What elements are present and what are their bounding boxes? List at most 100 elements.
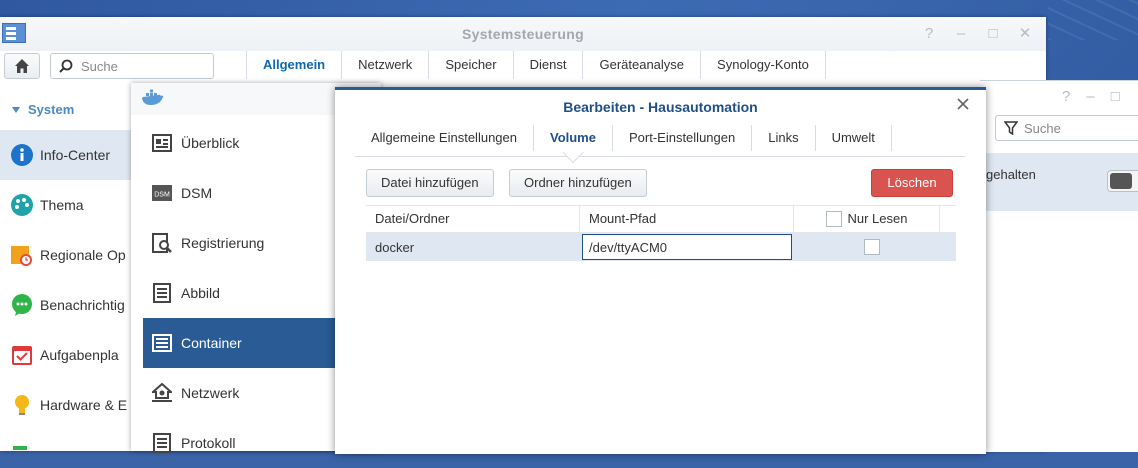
tab-allgemein[interactable]: Allgemein <box>247 51 343 79</box>
tab-allgemeine-einstellungen[interactable]: Allgemeine Einstellungen <box>355 125 534 151</box>
docker-whale-icon <box>142 89 164 105</box>
control-panel-app-icon <box>2 23 26 43</box>
overview-icon <box>151 132 173 154</box>
bulb-icon <box>10 393 34 417</box>
table-header: Datei/Ordner Mount-Pfad Nur Lesen <box>366 205 956 233</box>
minimize-icon[interactable]: – <box>954 17 968 51</box>
nav-item-label: Abbild <box>181 285 220 301</box>
nav-item-registrierung[interactable]: Registrierung <box>143 218 336 268</box>
sidebar-item-benachrichtigung[interactable]: Benachrichtig <box>0 280 132 330</box>
column-header-mount-path[interactable]: Mount-Pfad <box>580 206 794 232</box>
sidebar-item-label: Info-Center <box>40 147 111 163</box>
background-window-controls: ? – □ <box>1062 81 1120 111</box>
read-only-label: Nur Lesen <box>847 211 908 226</box>
tab-netzwerk[interactable]: Netzwerk <box>342 51 430 79</box>
filter-search-field[interactable]: Suche <box>995 115 1138 141</box>
window-title: Systemsteuerung <box>462 26 584 42</box>
row-status-text: gehalten <box>986 167 1036 182</box>
sidebar-item-label: Thema <box>40 197 84 213</box>
volume-table: Datei/Ordner Mount-Pfad Nur Lesen docker <box>366 205 956 261</box>
sidebar-item-aufgabenplaner[interactable]: Aufgabenpla <box>0 330 132 380</box>
maximize-icon[interactable]: □ <box>1111 88 1120 105</box>
tab-dienst[interactable]: Dienst <box>514 51 584 79</box>
region-clock-icon <box>10 243 34 267</box>
nav-item-abbild[interactable]: Abbild <box>143 268 336 318</box>
column-header-read-only[interactable]: Nur Lesen <box>794 206 940 232</box>
close-icon[interactable] <box>956 97 970 111</box>
tab-links[interactable]: Links <box>752 125 816 151</box>
info-icon <box>10 143 34 167</box>
dialog-tabs: Allgemeine Einstellungen Volume Port-Ein… <box>355 122 965 157</box>
nav-item-label: Container <box>181 335 242 351</box>
add-file-button[interactable]: Datei hinzufügen <box>366 169 494 197</box>
tab-umwelt[interactable]: Umwelt <box>816 125 892 151</box>
cell-mount-path <box>580 234 794 260</box>
dsm-icon: DSM <box>151 182 173 204</box>
sidebar-item-label: Hardware & E <box>40 397 128 413</box>
filter-placeholder: Suche <box>1024 120 1061 136</box>
registry-icon <box>151 232 173 254</box>
mount-path-input[interactable] <box>582 234 792 260</box>
sidebar-item-partial[interactable] <box>0 430 132 450</box>
background-list-row[interactable]: gehalten <box>980 153 1138 211</box>
search-icon <box>59 59 73 73</box>
search-field[interactable] <box>50 53 214 79</box>
nav-item-ueberblick[interactable]: Überblick <box>143 118 336 168</box>
nav-item-protokoll[interactable]: Protokoll <box>143 418 336 468</box>
palette-icon <box>10 193 34 217</box>
sidebar-item-hardware[interactable]: Hardware & E <box>0 380 132 430</box>
sidebar-item-label: Regionale Op <box>40 247 126 263</box>
nav-item-label: Registrierung <box>181 235 265 251</box>
nav-item-label: Netzwerk <box>181 385 240 401</box>
cell-file: docker <box>375 239 415 255</box>
read-only-checkbox[interactable] <box>863 239 880 255</box>
chevron-down-icon <box>12 106 20 113</box>
nav-item-label: DSM <box>181 185 213 201</box>
sidebar-item-thema[interactable]: Thema <box>0 180 132 230</box>
sidebar-item-info-center[interactable]: Info-Center <box>0 130 132 180</box>
edit-dialog: Bearbeiten - Hausautomation Allgemeine E… <box>335 87 986 454</box>
container-icon <box>151 332 173 354</box>
read-only-all-checkbox[interactable] <box>825 211 842 227</box>
maximize-icon[interactable]: □ <box>986 17 1000 51</box>
home-button[interactable] <box>4 53 40 79</box>
help-icon[interactable]: ? <box>1062 88 1070 105</box>
control-panel-toolbar: Allgemein Netzwerk Speicher Dienst Gerät… <box>0 51 1046 79</box>
search-input[interactable] <box>79 57 193 75</box>
tab-port-einstellungen[interactable]: Port-Einstellungen <box>613 125 753 151</box>
nav-item-label: Protokoll <box>181 435 236 451</box>
chat-icon <box>10 293 34 317</box>
tab-volume[interactable]: Volume <box>534 125 613 151</box>
docker-nav: Überblick DSM DSM Registrierung Abbild C… <box>143 118 336 468</box>
help-icon[interactable]: ? <box>922 17 936 51</box>
section-header-system[interactable]: System <box>10 102 74 117</box>
image-icon <box>151 282 173 304</box>
main-tabs: Allgemein Netzwerk Speicher Dienst Gerät… <box>246 51 826 79</box>
tab-speicher[interactable]: Speicher <box>429 51 514 79</box>
tab-synology-konto[interactable]: Synology-Konto <box>701 51 826 79</box>
toggle-switch[interactable] <box>1107 170 1138 192</box>
control-panel-titlebar[interactable]: Systemsteuerung ? – □ ✕ <box>0 17 1046 51</box>
home-icon <box>15 59 29 73</box>
filter-icon <box>1004 121 1018 135</box>
sidebar-item-label: Benachrichtig <box>40 297 125 313</box>
nav-item-container[interactable]: Container <box>143 318 336 368</box>
close-icon[interactable]: ✕ <box>1018 17 1032 51</box>
add-folder-button[interactable]: Ordner hinzufügen <box>509 169 647 197</box>
nav-item-netzwerk[interactable]: Netzwerk <box>143 368 336 418</box>
minimize-icon[interactable]: – <box>1086 88 1094 105</box>
background-window: ? – □ Suche gehalten <box>980 80 1138 452</box>
calendar-icon <box>10 343 34 367</box>
nav-item-dsm[interactable]: DSM DSM <box>143 168 336 218</box>
sidebar: Info-Center Thema Regionale Op Benachric… <box>0 130 132 450</box>
dialog-title[interactable]: Bearbeiten - Hausautomation <box>335 90 986 122</box>
column-header-file[interactable]: Datei/Ordner <box>366 206 580 232</box>
delete-button[interactable]: Löschen <box>871 169 953 197</box>
cell-read-only <box>794 239 940 255</box>
sidebar-item-label: Aufgabenpla <box>40 347 119 363</box>
svg-text:DSM: DSM <box>154 192 170 199</box>
tab-geraeteanalyse[interactable]: Geräteanalyse <box>583 51 702 79</box>
sidebar-item-regionale-optionen[interactable]: Regionale Op <box>0 230 132 280</box>
table-row[interactable]: docker <box>366 233 956 261</box>
section-label: System <box>28 102 75 117</box>
